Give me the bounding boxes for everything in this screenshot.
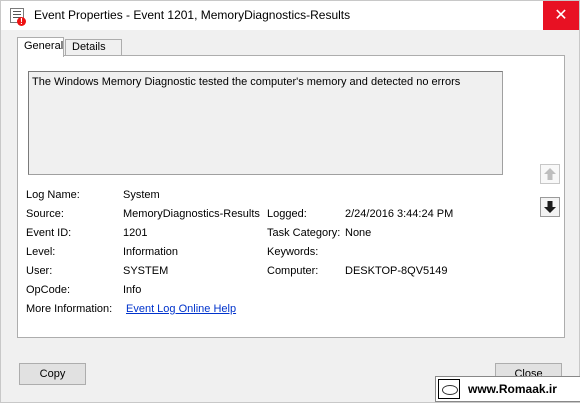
source-value: MemoryDiagnostics-Results [123, 208, 260, 220]
logged-label: Logged: [267, 208, 307, 220]
tab-general[interactable]: General [17, 37, 64, 57]
next-event-button[interactable] [540, 197, 560, 217]
watermark-logo-icon [438, 379, 460, 399]
logged-value: 2/24/2016 3:44:24 PM [345, 208, 454, 220]
log-name-label: Log Name: [26, 189, 80, 201]
computer-label: Computer: [267, 265, 319, 277]
log-name-value: System [123, 189, 160, 201]
event-viewer-icon [10, 8, 26, 26]
previous-event-button[interactable] [540, 164, 560, 184]
arrow-up-icon [544, 168, 556, 180]
tab-details[interactable]: Details [65, 39, 122, 56]
title-bar[interactable]: Event Properties - Event 1201, MemoryDia… [1, 1, 579, 30]
event-description[interactable]: The Windows Memory Diagnostic tested the… [28, 71, 503, 175]
level-value: Information [123, 246, 179, 258]
window-title: Event Properties - Event 1201, MemoryDia… [34, 8, 351, 22]
close-window-button[interactable]: ✕ [543, 1, 579, 30]
level-label: Level: [26, 246, 56, 258]
arrow-down-icon [544, 201, 556, 213]
event-id-value: 1201 [123, 227, 148, 239]
event-id-label: Event ID: [26, 227, 72, 239]
source-label: Source: [26, 208, 64, 220]
event-log-online-help-link[interactable]: Event Log Online Help [126, 303, 236, 315]
opcode-label: OpCode: [26, 284, 71, 296]
watermark: www.Romaak.ir [435, 376, 580, 402]
watermark-text: www.Romaak.ir [468, 382, 557, 396]
computer-value: DESKTOP-8QV5149 [345, 265, 448, 277]
user-value: SYSTEM [123, 265, 169, 277]
user-label: User: [26, 265, 53, 277]
task-category-value: None [345, 227, 372, 239]
event-properties-window: Event Properties - Event 1201, MemoryDia… [0, 0, 580, 403]
opcode-value: Info [123, 284, 142, 296]
keywords-label: Keywords: [267, 246, 319, 258]
more-information-label: More Information: [26, 303, 113, 315]
task-category-label: Task Category: [267, 227, 341, 239]
general-panel: The Windows Memory Diagnostic tested the… [17, 55, 565, 338]
copy-button[interactable]: Copy [19, 363, 86, 385]
